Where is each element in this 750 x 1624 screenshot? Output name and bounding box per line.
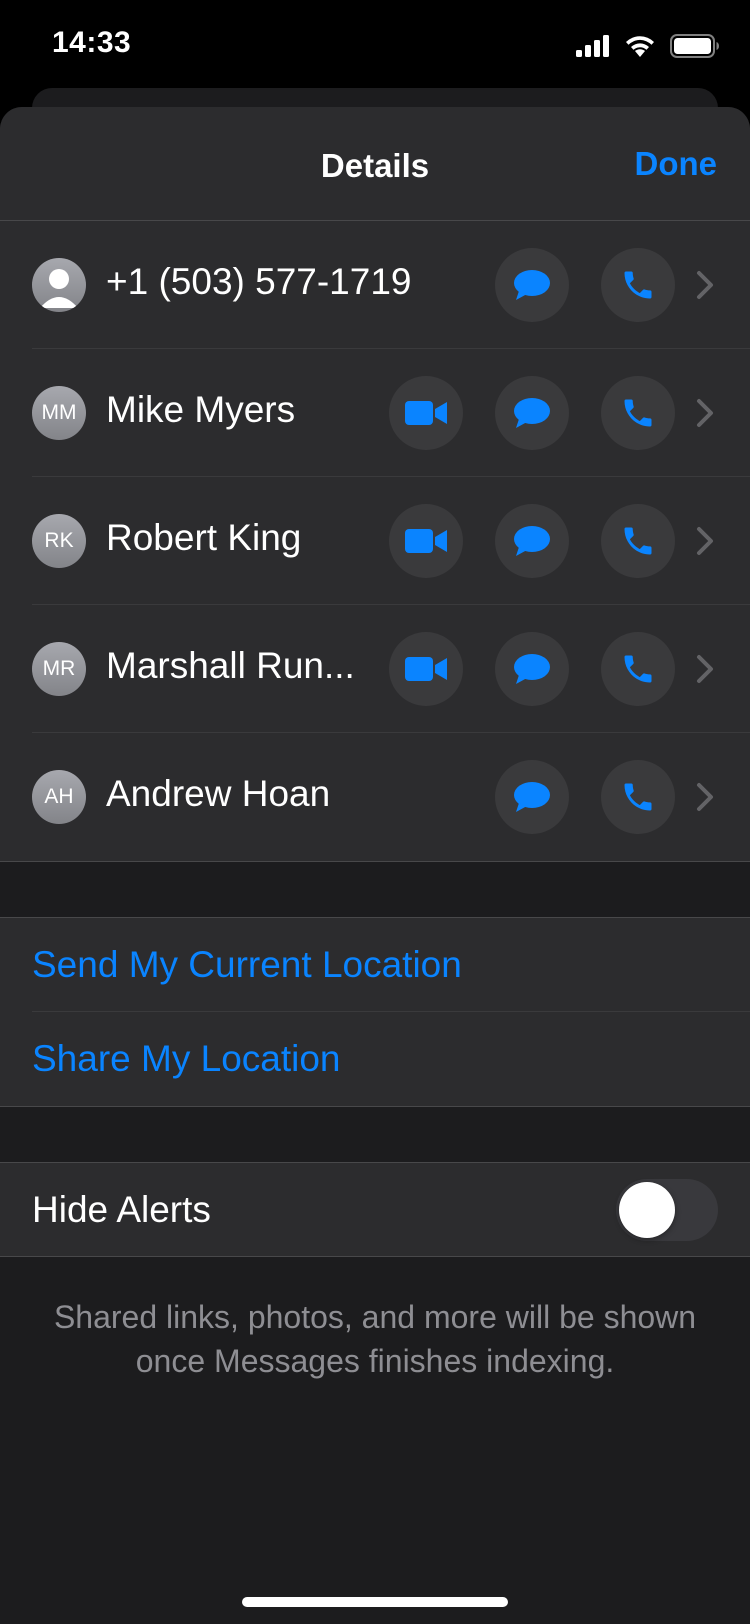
phone-icon — [624, 783, 652, 811]
send-current-location-button[interactable]: Send My Current Location — [32, 944, 462, 986]
video-camera-icon — [405, 657, 447, 681]
contact-name: +1 (503) 577-1719 — [106, 261, 412, 302]
chevron-right-icon[interactable] — [692, 523, 718, 559]
person-silhouette-icon — [40, 269, 78, 308]
chevron-right-icon[interactable] — [692, 779, 718, 815]
avatar: MM — [32, 386, 86, 440]
contact-row[interactable]: +1 (503) 577-1719 — [0, 221, 750, 349]
video-camera-icon — [405, 529, 447, 553]
hide-alerts-row: Hide Alerts — [0, 1162, 750, 1257]
contact-row[interactable]: MM Mike Myers — [0, 349, 750, 477]
done-button[interactable]: Done — [635, 145, 718, 183]
details-sheet: Details Done +1 (503) 577-1719 MM Mike M… — [0, 107, 750, 1624]
phone-icon — [624, 271, 652, 299]
message-bubble-icon — [514, 398, 550, 428]
message-bubble-icon — [514, 270, 550, 300]
message-button[interactable] — [495, 376, 569, 450]
hide-alerts-label: Hide Alerts — [32, 1189, 211, 1230]
contact-name: Andrew Hoan — [106, 773, 331, 814]
send-current-location-row[interactable]: Send My Current Location — [0, 918, 750, 1012]
status-time: 14:33 — [52, 26, 132, 59]
contact-name: Mike Myers — [106, 389, 296, 430]
hide-alerts-toggle[interactable] — [616, 1179, 718, 1241]
contacts-list: +1 (503) 577-1719 MM Mike Myers RK Rober… — [0, 221, 750, 862]
contact-name: Marshall Run... — [106, 645, 355, 686]
navigation-bar: Details Done — [0, 107, 750, 221]
avatar: MR — [32, 642, 86, 696]
status-icons — [576, 34, 720, 58]
video-camera-icon — [405, 401, 447, 425]
contact-row[interactable]: MR Marshall Run... — [0, 605, 750, 733]
avatar: RK — [32, 514, 86, 568]
phone-button[interactable] — [601, 760, 675, 834]
video-call-button[interactable] — [389, 376, 463, 450]
video-call-button[interactable] — [389, 504, 463, 578]
phone-button[interactable] — [601, 504, 675, 578]
video-call-button[interactable] — [389, 632, 463, 706]
chevron-right-icon[interactable] — [692, 395, 718, 431]
toggle-knob — [619, 1182, 675, 1238]
share-location-row[interactable]: Share My Location — [0, 1012, 750, 1106]
status-bar: 14:33 — [0, 0, 750, 90]
phone-icon — [624, 399, 652, 427]
message-bubble-icon — [514, 654, 550, 684]
share-location-button[interactable]: Share My Location — [32, 1038, 341, 1080]
message-button[interactable] — [495, 504, 569, 578]
message-button[interactable] — [495, 248, 569, 322]
message-bubble-icon — [514, 782, 550, 812]
phone-button[interactable] — [601, 248, 675, 322]
phone-button[interactable] — [601, 376, 675, 450]
phone-icon — [624, 655, 652, 683]
message-bubble-icon — [514, 526, 550, 556]
avatar: AH — [32, 770, 86, 824]
chevron-right-icon[interactable] — [692, 267, 718, 303]
cellular-signal-icon — [576, 35, 609, 57]
message-button[interactable] — [495, 760, 569, 834]
message-button[interactable] — [495, 632, 569, 706]
contact-row[interactable]: RK Robert King — [0, 477, 750, 605]
indexing-note: Shared links, photos, and more will be s… — [53, 1299, 697, 1379]
battery-icon — [670, 34, 719, 58]
contact-row[interactable]: AH Andrew Hoan — [0, 733, 750, 861]
avatar — [32, 258, 86, 312]
phone-icon — [624, 527, 652, 555]
location-group: Send My Current Location Share My Locati… — [0, 917, 750, 1107]
chevron-right-icon[interactable] — [692, 651, 718, 687]
phone-button[interactable] — [601, 632, 675, 706]
home-indicator[interactable] — [242, 1597, 508, 1607]
contact-name: Robert King — [106, 517, 302, 558]
wifi-icon — [626, 36, 654, 57]
